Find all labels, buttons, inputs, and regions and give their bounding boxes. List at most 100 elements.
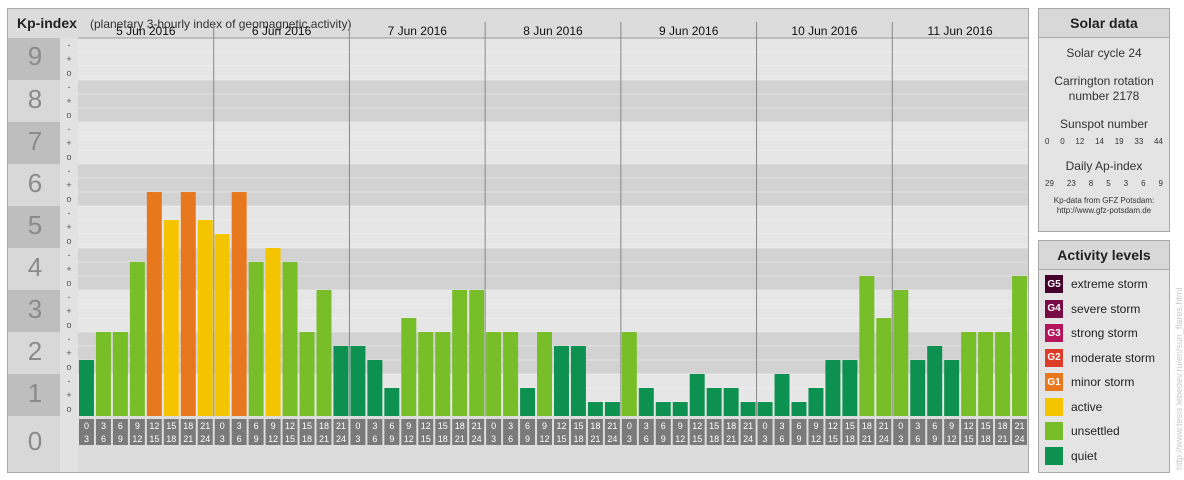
- day-label: 9 Jun 2016: [659, 24, 719, 38]
- interval-start-label: 21: [200, 421, 210, 431]
- interval-start-label: 9: [135, 421, 140, 431]
- minor-tick-label: o: [66, 194, 71, 204]
- activity-level-item: G2 moderate storm: [1039, 346, 1169, 371]
- interval-start-label: 18: [862, 421, 872, 431]
- activity-level-item: G4 severe storm: [1039, 297, 1169, 322]
- kp-bar: [401, 318, 417, 416]
- interval-end-label: 12: [132, 434, 142, 444]
- kp-bar: [214, 234, 230, 416]
- interval-end-label: 9: [254, 434, 259, 444]
- interval-end-label: 9: [796, 434, 801, 444]
- activity-level-item: quiet: [1039, 444, 1169, 469]
- interval-start-label: 12: [421, 421, 431, 431]
- kp-bar: [706, 387, 722, 416]
- kp-bar: [418, 332, 434, 416]
- interval-start-label: 21: [472, 421, 482, 431]
- interval-end-label: 15: [421, 434, 431, 444]
- activity-level-label: strong storm: [1071, 326, 1138, 341]
- kp-bar: [384, 387, 400, 416]
- interval-start-label: 9: [949, 421, 954, 431]
- kp-bar: [95, 332, 111, 416]
- interval-start-label: 6: [118, 421, 123, 431]
- interval-start-label: 9: [271, 421, 276, 431]
- interval-end-label: 21: [183, 434, 193, 444]
- interval-start-label: 6: [254, 421, 259, 431]
- ap-index-value: 8: [1088, 179, 1094, 188]
- kp-bar: [520, 387, 536, 416]
- minor-tick-label: -: [68, 124, 71, 134]
- minor-tick-label: -: [68, 292, 71, 302]
- interval-end-label: 21: [455, 434, 465, 444]
- interval-start-label: 15: [845, 421, 855, 431]
- interval-start-label: 15: [981, 421, 991, 431]
- interval-end-label: 18: [981, 434, 991, 444]
- kp-bar: [231, 192, 247, 416]
- kp-bar: [842, 360, 858, 416]
- y-tick-label: 1: [28, 378, 42, 408]
- minor-tick-label: +: [66, 306, 71, 316]
- activity-level-label: moderate storm: [1071, 350, 1156, 365]
- minor-tick-label: -: [68, 334, 71, 344]
- interval-start-label: 12: [964, 421, 974, 431]
- kp-bar: [944, 360, 960, 416]
- minor-tick-label: -: [68, 208, 71, 218]
- kp-bar: [248, 261, 264, 416]
- day-label: 11 Jun 2016: [928, 24, 993, 38]
- interval-end-label: 12: [268, 434, 278, 444]
- interval-start-label: 15: [166, 421, 176, 431]
- sunspot-value: 12: [1075, 137, 1085, 146]
- interval-end-label: 6: [372, 434, 377, 444]
- solar-data-panel: Solar data Solar cycle 24 Carrington rot…: [1038, 8, 1170, 232]
- sunspot-values: 0 0 12 14 19 33 44: [1039, 137, 1169, 146]
- minor-tick-label: -: [68, 166, 71, 176]
- interval-end-label: 24: [472, 434, 482, 444]
- interval-end-label: 6: [780, 434, 785, 444]
- interval-end-label: 21: [998, 434, 1008, 444]
- kp-bar: [655, 402, 671, 416]
- background-band: [78, 38, 1028, 80]
- credit-url: http://www.tesis.lebedev.ru/en/sun_flare…: [1174, 287, 1184, 470]
- interval-start-label: 18: [455, 421, 465, 431]
- interval-end-label: 18: [166, 434, 176, 444]
- day-label: 8 Jun 2016: [523, 24, 583, 38]
- minor-tick-label: -: [68, 250, 71, 260]
- background-band: [78, 122, 1028, 164]
- kp-bar: [129, 261, 145, 416]
- activity-level-swatch: G5: [1045, 275, 1063, 294]
- minor-tick-label: o: [66, 404, 71, 414]
- interval-end-label: 3: [84, 434, 89, 444]
- interval-start-label: 18: [183, 421, 193, 431]
- kp-bar: [859, 276, 875, 416]
- interval-end-label: 15: [828, 434, 838, 444]
- daily-ap-title: Daily Ap-index: [1065, 159, 1143, 173]
- minor-tick-label: +: [66, 264, 71, 274]
- interval-start-label: 18: [590, 421, 600, 431]
- activity-level-swatch: [1045, 422, 1063, 441]
- activity-level-swatch: [1045, 397, 1063, 416]
- interval-start-label: 18: [726, 421, 736, 431]
- interval-end-label: 9: [389, 434, 394, 444]
- kp-bar: [486, 332, 502, 416]
- interval-end-label: 9: [932, 434, 937, 444]
- day-label: 7 Jun 2016: [388, 24, 448, 38]
- background-band: [78, 164, 1028, 206]
- interval-end-label: 3: [898, 434, 903, 444]
- y-tick-label: 2: [28, 336, 42, 366]
- minor-tick-label: -: [68, 376, 71, 386]
- interval-start-label: 15: [302, 421, 312, 431]
- interval-end-label: 15: [964, 434, 974, 444]
- kp-bar: [638, 387, 654, 416]
- ap-index-value: 3: [1123, 179, 1129, 188]
- day-label: 5 Jun 2016: [116, 24, 176, 38]
- activity-level-item: G5 extreme storm: [1039, 272, 1169, 297]
- kp-bar: [112, 332, 128, 416]
- kp-bar: [146, 192, 162, 416]
- kp-bar: [604, 402, 620, 416]
- kp-bar: [791, 402, 807, 416]
- interval-end-label: 24: [879, 434, 889, 444]
- y-tick-label: 8: [28, 84, 42, 114]
- minor-tick-label: +: [66, 390, 71, 400]
- sunspot-value: 0: [1045, 137, 1050, 146]
- sunspot-value: 33: [1134, 137, 1144, 146]
- sunspot-value: 44: [1154, 137, 1163, 146]
